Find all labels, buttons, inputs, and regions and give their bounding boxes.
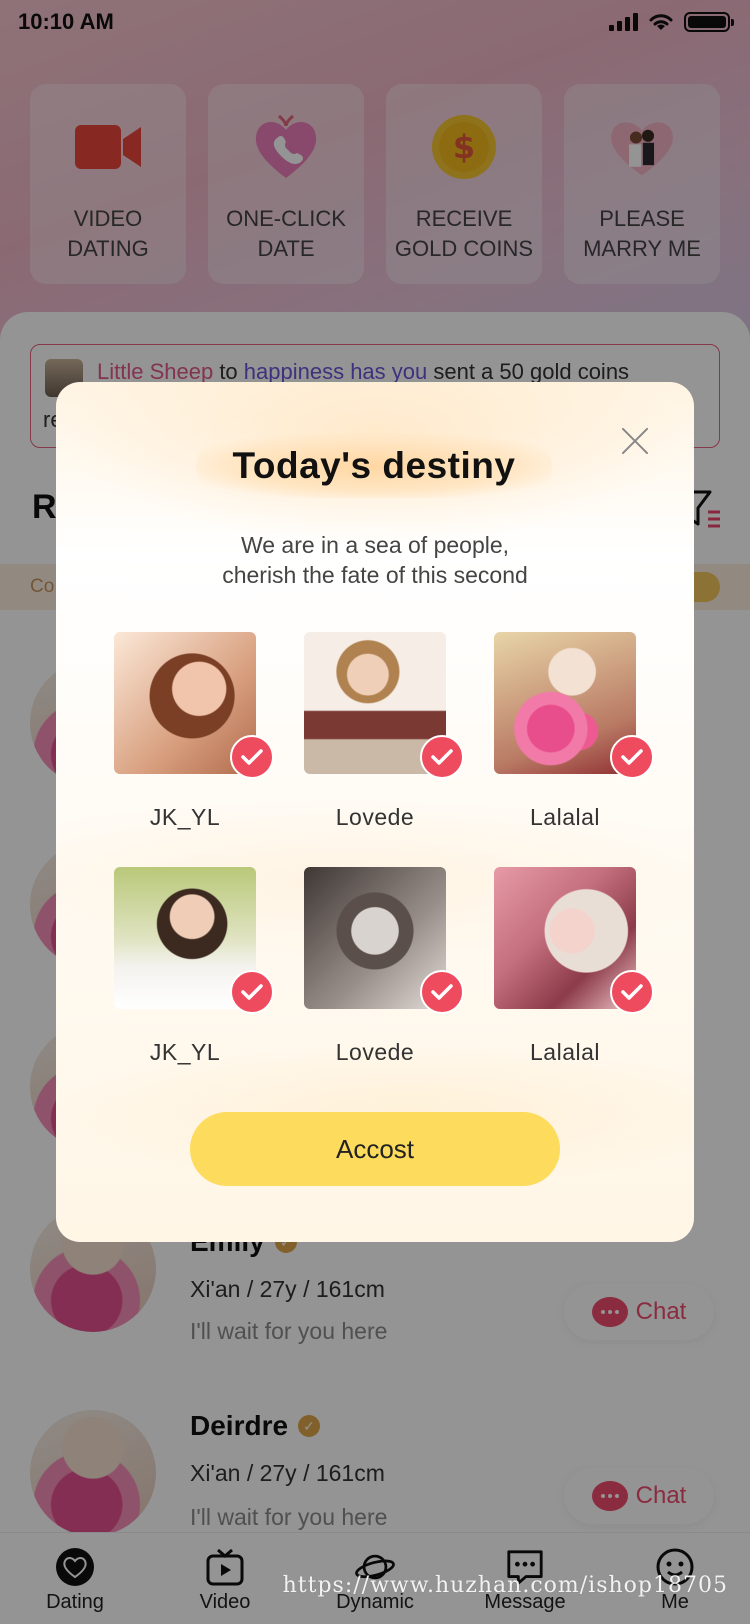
person-card[interactable]: Lalalal <box>494 867 654 1066</box>
check-icon[interactable] <box>420 970 464 1014</box>
person-card[interactable]: Lovede <box>304 632 464 831</box>
accost-button[interactable]: Accost <box>190 1112 560 1186</box>
person-name: JK_YL <box>149 1039 221 1065</box>
check-icon[interactable] <box>420 735 464 779</box>
watermark: https://www.huzhan.com/ishop18705 <box>282 1573 728 1598</box>
person-name: Lovede <box>335 1039 415 1065</box>
destiny-modal: Today's destiny We are in a sea of peopl… <box>56 382 694 1242</box>
check-icon[interactable] <box>230 735 274 779</box>
person-name: Lalalal <box>530 1039 600 1065</box>
check-icon[interactable] <box>230 970 274 1014</box>
check-icon[interactable] <box>610 735 654 779</box>
person-card[interactable]: JK_YL <box>114 632 274 831</box>
modal-title-badge: Today's destiny <box>196 434 552 498</box>
modal-title: Today's destiny <box>232 445 516 486</box>
person-name: Lalalal <box>530 804 600 830</box>
close-icon[interactable] <box>620 426 650 456</box>
recommended-people-grid: JK_YL Lovede Lalalal JK_YL Lovede Lalala… <box>114 632 654 1066</box>
modal-subtitle: We are in a sea of people, cherish the f… <box>222 532 528 588</box>
person-card[interactable]: Lalalal <box>494 632 654 831</box>
person-card[interactable]: JK_YL <box>114 867 274 1066</box>
person-name: JK_YL <box>149 804 221 830</box>
check-icon[interactable] <box>610 970 654 1014</box>
person-name: Lovede <box>335 804 415 830</box>
person-card[interactable]: Lovede <box>304 867 464 1066</box>
